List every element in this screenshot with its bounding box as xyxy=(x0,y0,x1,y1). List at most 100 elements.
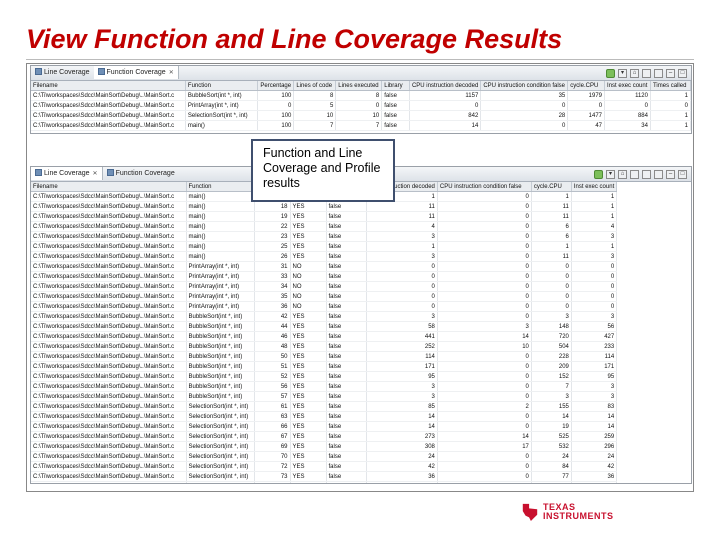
table-cell: 14 xyxy=(366,411,438,422)
table-row[interactable]: C:\Ti\workspaces\Sdcc\MainSort\Debug\..\… xyxy=(31,110,691,121)
table-cell: 63 xyxy=(254,411,291,422)
dropdown-icon[interactable]: ▾ xyxy=(618,68,627,78)
table-row[interactable]: C:\Ti\workspaces\Sdcc\MainSort\Debug\..\… xyxy=(31,401,618,412)
column-header[interactable]: Lines of code xyxy=(293,81,337,91)
table-cell: 95 xyxy=(571,371,618,382)
column-header[interactable]: Function xyxy=(186,182,255,192)
table-row[interactable]: C:\Ti\workspaces\Sdcc\MainSort\Debug\..\… xyxy=(31,311,618,322)
home-icon[interactable]: ⌂ xyxy=(630,68,639,78)
table-row[interactable]: C:\Ti\workspaces\Sdcc\MainSort\Debug\..\… xyxy=(31,291,618,302)
table-row[interactable]: C:\Ti\workspaces\Sdcc\MainSort\Debug\..\… xyxy=(31,381,618,392)
table-cell: 11 xyxy=(531,251,572,262)
column-header[interactable]: cycle.CPU xyxy=(567,81,606,91)
table-row[interactable]: C:\Ti\workspaces\Sdcc\MainSort\Debug\..\… xyxy=(31,331,618,342)
table-cell: 114 xyxy=(366,351,438,362)
table-row[interactable]: C:\Ti\workspaces\Sdcc\MainSort\Debug\..\… xyxy=(31,351,618,362)
table-cell: false xyxy=(326,351,367,362)
table-cell: SelectionSort(int *, int) xyxy=(186,441,255,452)
table-cell: 0 xyxy=(531,301,572,312)
table-row[interactable]: C:\Ti\workspaces\Sdcc\MainSort\Debug\..\… xyxy=(31,281,618,292)
column-header[interactable]: Times called xyxy=(650,81,691,91)
column-header[interactable]: Filename xyxy=(31,81,186,91)
table-row[interactable]: C:\Ti\workspaces\Sdcc\MainSort\Debug\..\… xyxy=(31,201,618,212)
maximize-icon[interactable]: □ xyxy=(678,68,687,78)
table-row[interactable]: C:\Ti\workspaces\Sdcc\MainSort\Debug\..\… xyxy=(31,100,691,111)
collapse-icon[interactable] xyxy=(654,68,663,78)
table-row[interactable]: C:\Ti\workspaces\Sdcc\MainSort\Debug\..\… xyxy=(31,461,618,472)
table-cell: C:\Ti\workspaces\Sdcc\MainSort\Debug\..\… xyxy=(31,391,187,402)
table-cell: 25 xyxy=(254,241,291,252)
export-icon[interactable] xyxy=(642,68,651,78)
table-row[interactable]: C:\Ti\workspaces\Sdcc\MainSort\Debug\..\… xyxy=(31,481,618,483)
table-header-row: Filename Function Percentage Lines of code L… xyxy=(31,81,691,91)
table-row[interactable]: C:\Ti\workspaces\Sdcc\MainSort\Debug\..\… xyxy=(31,271,618,282)
tab-line-coverage[interactable]: Line Coverage xyxy=(31,66,94,79)
tab-function-coverage[interactable]: Function Coverage ✕ xyxy=(93,66,179,79)
home-icon[interactable]: ⌂ xyxy=(618,169,627,179)
column-header[interactable]: Filename xyxy=(31,182,187,192)
column-header[interactable]: Inst exec count xyxy=(604,81,651,91)
table-cell: 2 xyxy=(437,401,532,412)
table-cell: 0 xyxy=(437,251,532,262)
table-row[interactable]: C:\Ti\workspaces\Sdcc\MainSort\Debug\..\… xyxy=(31,431,618,442)
table-cell: 228 xyxy=(531,351,572,362)
table-row[interactable]: C:\Ti\workspaces\Sdcc\MainSort\Debug\..\… xyxy=(31,441,618,452)
table-cell: 11 xyxy=(531,201,572,212)
table-row[interactable]: C:\Ti\workspaces\Sdcc\MainSort\Debug\..\… xyxy=(31,411,618,422)
minimize-icon[interactable]: – xyxy=(666,68,675,78)
table-row[interactable]: C:\Ti\workspaces\Sdcc\MainSort\Debug\..\… xyxy=(31,321,618,332)
table-row[interactable]: C:\Ti\workspaces\Sdcc\MainSort\Debug\..\… xyxy=(31,341,618,352)
column-header[interactable]: Lines executed xyxy=(335,81,383,91)
table-cell: 3 xyxy=(366,381,438,392)
column-header[interactable]: Library xyxy=(381,81,410,91)
table-row[interactable]: C:\Ti\workspaces\Sdcc\MainSort\Debug\..\… xyxy=(31,371,618,382)
refresh-icon[interactable] xyxy=(606,68,615,78)
table-cell: 3 xyxy=(366,231,438,242)
table-row[interactable]: C:\Ti\workspaces\Sdcc\MainSort\Debug\..\… xyxy=(31,231,618,242)
table-row[interactable]: C:\Ti\workspaces\Sdcc\MainSort\Debug\..\… xyxy=(31,301,618,312)
table-cell: BubbleSort(int *, int) xyxy=(186,331,255,342)
column-header[interactable]: CPU instruction decoded xyxy=(409,81,482,91)
table-cell: 3 xyxy=(571,251,618,262)
table-cell: 0 xyxy=(531,261,572,272)
table-cell: 0 xyxy=(571,291,618,302)
table-row[interactable]: C:\Ti\workspaces\Sdcc\MainSort\Debug\..\… xyxy=(31,421,618,432)
table-row[interactable]: C:\Ti\workspaces\Sdcc\MainSort\Debug\..\… xyxy=(31,120,691,131)
table-row[interactable]: C:\Ti\workspaces\Sdcc\MainSort\Debug\..\… xyxy=(31,261,618,272)
close-icon[interactable]: ✕ xyxy=(93,171,98,177)
table-row[interactable]: C:\Ti\workspaces\Sdcc\MainSort\Debug\..\… xyxy=(31,241,618,252)
table-cell: SelectionSort(int *, int) xyxy=(186,431,255,442)
table-cell: false xyxy=(326,391,367,402)
minimize-icon[interactable]: – xyxy=(666,169,675,179)
dropdown-icon[interactable]: ▾ xyxy=(606,169,615,179)
close-icon[interactable]: ✕ xyxy=(169,70,174,76)
column-header[interactable]: Inst exec count xyxy=(571,182,618,192)
table-row[interactable]: C:\Ti\workspaces\Sdcc\MainSort\Debug\..\… xyxy=(31,251,618,262)
column-header[interactable]: CPU instruction condition false xyxy=(480,81,569,91)
refresh-icon[interactable] xyxy=(594,169,603,179)
table-cell: 61 xyxy=(254,401,291,412)
export-icon[interactable] xyxy=(630,169,639,179)
table-row[interactable]: C:\Ti\workspaces\Sdcc\MainSort\Debug\..\… xyxy=(31,221,618,232)
column-header[interactable]: CPU instruction condition false xyxy=(437,182,532,192)
table-cell: YES xyxy=(290,331,327,342)
save-icon[interactable] xyxy=(654,169,663,179)
column-header[interactable]: Percentage xyxy=(257,81,295,91)
tab-function-coverage[interactable]: Function Coverage xyxy=(103,167,179,180)
table-cell: YES xyxy=(290,341,327,352)
table-row[interactable]: C:\Ti\workspaces\Sdcc\MainSort\Debug\..\… xyxy=(31,361,618,372)
table-cell: BubbleSort(int *, int) xyxy=(186,351,255,362)
maximize-icon[interactable]: □ xyxy=(678,169,687,179)
table-row[interactable]: C:\Ti\workspaces\Sdcc\MainSort\Debug\..\… xyxy=(31,90,691,101)
column-header[interactable]: Function xyxy=(185,81,259,91)
table-row[interactable]: C:\Ti\workspaces\Sdcc\MainSort\Debug\..\… xyxy=(31,451,618,462)
table-cell: false xyxy=(326,251,367,262)
tab-line-coverage[interactable]: Line Coverage ✕ xyxy=(31,167,103,180)
column-header[interactable]: cycle.CPU xyxy=(531,182,572,192)
table-row[interactable]: C:\Ti\workspaces\Sdcc\MainSort\Debug\..\… xyxy=(31,211,618,222)
collapse-icon[interactable] xyxy=(642,169,651,179)
table-row[interactable]: C:\Ti\workspaces\Sdcc\MainSort\Debug\..\… xyxy=(31,391,618,402)
table-cell: SelectionSort(int *, int) xyxy=(186,401,255,412)
table-cell: 0 xyxy=(531,291,572,302)
table-row[interactable]: C:\Ti\workspaces\Sdcc\MainSort\Debug\..\… xyxy=(31,471,618,482)
